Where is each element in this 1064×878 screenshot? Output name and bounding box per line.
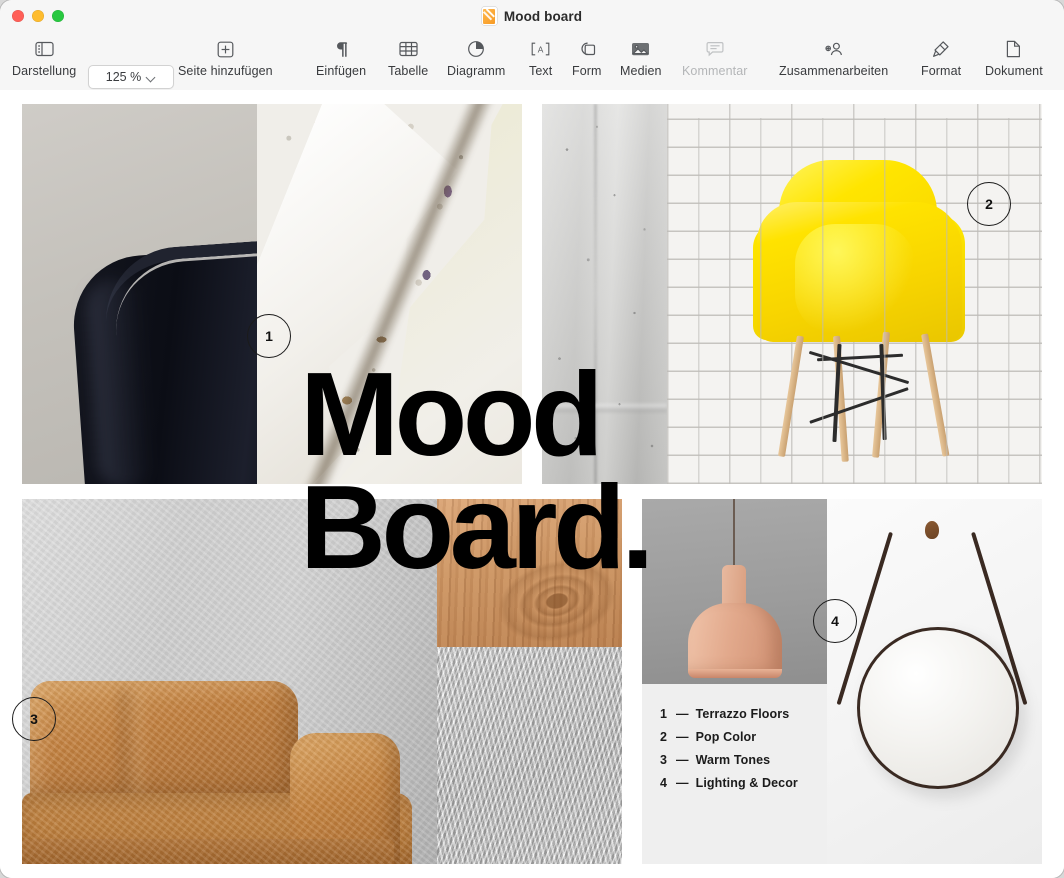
- toolbar-button-medien[interactable]: Medien: [620, 34, 662, 78]
- toolbar-label: Medien: [620, 64, 662, 78]
- legend-dash: —: [676, 775, 689, 790]
- callout-badge-1[interactable]: 1: [247, 314, 291, 358]
- toolbar-button-kommentar[interactable]: Kommentar: [682, 34, 748, 78]
- legend-number: 1: [660, 706, 668, 721]
- legend-number: 3: [660, 752, 668, 767]
- toolbar-label: Einfügen: [316, 64, 367, 78]
- mood-board-legend: 1 — Terrazzo Floors 2 — Pop Color 3 — Wa…: [642, 684, 827, 864]
- legend-item: 3 — Warm Tones: [660, 748, 821, 771]
- legend-label: Pop Color: [695, 729, 757, 744]
- legend-label: Warm Tones: [695, 752, 771, 767]
- grey-fur-photo[interactable]: [437, 647, 622, 864]
- legend-item: 2 — Pop Color: [660, 725, 821, 748]
- zoom-popup-icon: [100, 34, 184, 64]
- toolbar-label: Diagramm: [447, 64, 506, 78]
- photo-icon: [631, 34, 650, 64]
- toolbar-label: Form: [572, 64, 602, 78]
- window-title-group: Mood board: [0, 0, 1064, 32]
- document-icon: [1006, 34, 1021, 64]
- mood-board-grid: 1 — Terrazzo Floors 2 — Pop Color 3 — Wa…: [22, 104, 1042, 864]
- pie-chart-icon: [467, 34, 485, 64]
- concrete-column-photo[interactable]: [542, 104, 667, 484]
- yellow-eames-chair-photo[interactable]: [667, 104, 1042, 484]
- legend-dash: —: [676, 752, 689, 767]
- main-toolbar: Darstellung Zoomen 125 % Seite hinzufüge…: [0, 32, 1064, 91]
- toolbar-label: Format: [921, 64, 962, 78]
- dark-leather-chair-photo[interactable]: [22, 104, 257, 484]
- legend-item: 4 — Lighting & Decor: [660, 771, 821, 794]
- paintbrush-icon: [932, 34, 950, 64]
- plaster-wall-sofa-photo[interactable]: [22, 499, 437, 864]
- zoom-value: 125 %: [105, 70, 142, 84]
- shapes-icon: [578, 34, 596, 64]
- pink-pendant-lamp-photo[interactable]: [642, 499, 827, 684]
- document-canvas[interactable]: 1 — Terrazzo Floors 2 — Pop Color 3 — Wa…: [0, 90, 1064, 878]
- wood-grain-photo[interactable]: [437, 499, 622, 647]
- toolbar-label: Darstellung: [12, 64, 77, 78]
- grid-cell-top-left[interactable]: [22, 104, 522, 484]
- callout-badge-3[interactable]: 3: [12, 697, 56, 741]
- toolbar-label: Seite hinzufügen: [178, 64, 273, 78]
- terrazzo-slab-photo[interactable]: [257, 104, 522, 484]
- toolbar-label: Text: [529, 64, 553, 78]
- pages-document-icon: [481, 7, 497, 25]
- svg-text:A: A: [538, 44, 544, 54]
- pages-window: Mood board Darstellung Zoomen 125 %: [0, 0, 1064, 878]
- toolbar-button-format[interactable]: Format: [921, 34, 961, 78]
- sidebar-view-icon: [35, 34, 54, 64]
- legend-number: 2: [660, 729, 668, 744]
- toolbar-label: Dokument: [985, 64, 1043, 78]
- toolbar-button-darstellung[interactable]: Darstellung: [12, 34, 76, 78]
- toolbar-button-dokument[interactable]: Dokument: [985, 34, 1043, 78]
- window-title: Mood board: [503, 8, 583, 24]
- pilcrow-icon: [334, 34, 349, 64]
- document-page[interactable]: 1 — Terrazzo Floors 2 — Pop Color 3 — Wa…: [22, 104, 1042, 864]
- legend-number: 4: [660, 775, 668, 790]
- toolbar-button-diagramm[interactable]: Diagramm: [447, 34, 505, 78]
- chevron-down-icon: [147, 73, 156, 82]
- grid-cell-bottom-right[interactable]: 1 — Terrazzo Floors 2 — Pop Color 3 — Wa…: [642, 499, 1042, 864]
- toolbar-label: Zusammenarbeiten: [779, 64, 889, 78]
- title-bar: Mood board: [0, 0, 1064, 32]
- collaborate-icon: [823, 34, 844, 64]
- zoom-select[interactable]: 125 %: [88, 65, 174, 89]
- toolbar-label: Tabelle: [388, 64, 429, 78]
- toolbar-button-tabelle[interactable]: Tabelle: [388, 34, 428, 78]
- toolbar-button-text[interactable]: A Text: [529, 34, 552, 78]
- toolbar-label: Kommentar: [682, 64, 748, 78]
- toolbar-button-seite-hinzufuegen[interactable]: Seite hinzufügen: [178, 34, 273, 78]
- callout-badge-4[interactable]: 4: [813, 599, 857, 643]
- round-strap-mirror-photo[interactable]: [827, 499, 1042, 864]
- legend-dash: —: [676, 729, 689, 744]
- grid-cell-top-right[interactable]: [542, 104, 1042, 484]
- plus-square-icon: [217, 34, 234, 64]
- legend-label: Lighting & Decor: [695, 775, 798, 790]
- callout-badge-2[interactable]: 2: [967, 182, 1011, 226]
- legend-item: 1 — Terrazzo Floors: [660, 702, 821, 725]
- legend-label: Terrazzo Floors: [695, 706, 790, 721]
- toolbar-button-zusammenarbeiten[interactable]: Zusammenarbeiten: [779, 34, 888, 78]
- text-box-icon: A: [531, 34, 550, 64]
- toolbar-button-einfuegen[interactable]: Einfügen: [316, 34, 366, 78]
- table-icon: [399, 34, 418, 64]
- toolbar-button-form[interactable]: Form: [572, 34, 602, 78]
- grid-cell-bottom-left[interactable]: [22, 499, 622, 864]
- comment-bubble-icon: [706, 34, 724, 64]
- legend-dash: —: [676, 706, 689, 721]
